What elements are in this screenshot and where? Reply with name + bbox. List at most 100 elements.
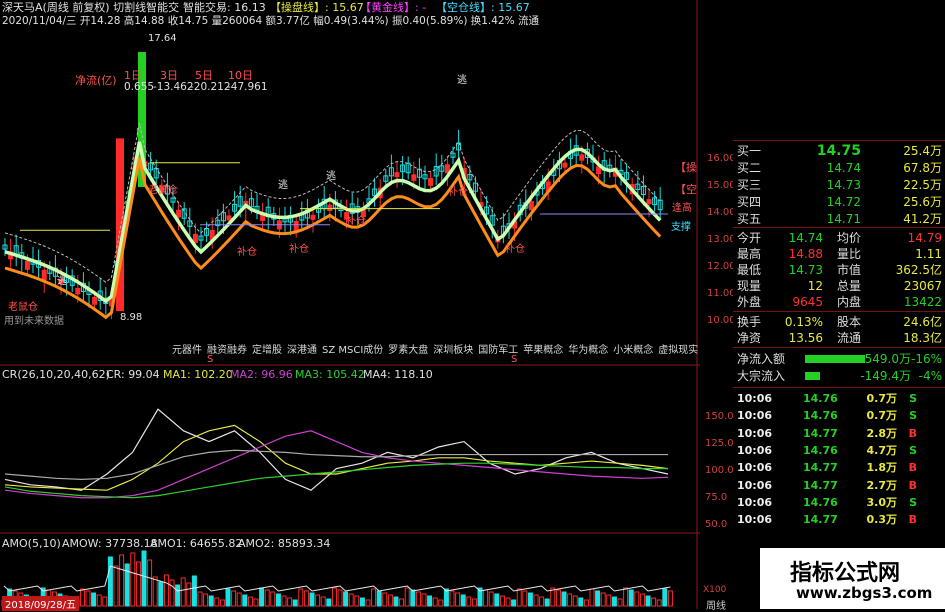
cr-ma4-value: MA4: 118.10 — [363, 368, 433, 381]
kline-chart-area[interactable]: 深天马A(周线 前复权) 切割线智能交 智能交易: 16.13 【操盘线】: 1… — [0, 0, 736, 612]
tick-volume: 0.3万 — [866, 513, 898, 527]
amo-volume-bar — [438, 599, 444, 607]
concept-tag[interactable]: 元器件 — [172, 341, 202, 356]
bid-row[interactable]: 买二 14.74 67.8万 — [733, 160, 945, 176]
amo-volume-bar — [219, 599, 225, 607]
chart-canvas[interactable] — [0, 0, 700, 609]
amo-volume-bar — [634, 591, 640, 607]
stat-label: 总量 — [837, 279, 862, 293]
amo-volume-bar — [516, 588, 522, 607]
period-value-5d: -20.212 — [190, 81, 231, 93]
tick-time: 10:06 — [737, 461, 773, 475]
stat-label: 外盘 — [737, 295, 762, 309]
tick-price: 14.77 — [803, 426, 838, 440]
amo-volume-bar — [511, 599, 517, 607]
cr-ma3-value: MA3: 105.42 — [295, 368, 365, 381]
tick-price: 14.76 — [803, 392, 838, 405]
amo-volume-bar — [348, 593, 354, 607]
stat-label: 净资 — [737, 331, 762, 345]
stat-value: 14.88 — [788, 247, 823, 261]
empty-line-tag: 【空仓线】: 15.67 — [436, 1, 530, 14]
candle-body — [310, 214, 316, 220]
bid-row[interactable]: 买三 14.73 22.5万 — [733, 177, 945, 193]
concept-tag[interactable]: 虚拟现实 — [658, 341, 698, 356]
amo-volume-bar — [264, 589, 270, 607]
bid-volume: 22.5万 — [903, 178, 942, 192]
concept-tag[interactable]: 罗素大盘 — [388, 341, 428, 356]
concept-tag[interactable]: 深圳板块 — [433, 341, 473, 356]
bid-row[interactable]: 买四 14.72 25.6万 — [733, 194, 945, 210]
escape-signal-3: 逃 — [326, 171, 336, 182]
amo-volume-bar — [539, 596, 545, 607]
amo-volume-bar — [544, 598, 550, 607]
candle-body — [596, 166, 602, 175]
stat-label: 最高 — [737, 247, 762, 261]
stat-label: 今开 — [737, 231, 762, 245]
bid-row[interactable]: 买一 14.75 25.4万 — [733, 143, 945, 159]
concept-tag[interactable]: 小米概念 — [613, 341, 653, 356]
amo-volume-bar — [600, 592, 606, 607]
right-tag-empty: 【空 — [675, 183, 697, 196]
bid-label: 买三 — [737, 178, 762, 192]
amo-volume-bar — [371, 588, 377, 607]
flow-bar — [805, 372, 820, 380]
candle-body — [226, 215, 232, 221]
price-axis-tick: 14.00 — [707, 207, 736, 218]
tick-volume: 3.0万 — [866, 495, 898, 509]
candle-body — [176, 209, 182, 218]
stat-value: 9645 — [792, 295, 823, 309]
amo-volume-bar — [169, 579, 175, 607]
event-marker-s[interactable]: S — [511, 354, 517, 365]
site-watermark: 指标公式网 www.zbgs3.com — [760, 548, 945, 609]
tick-time: 10:06 — [737, 443, 773, 457]
amo-volume-bar — [432, 597, 438, 607]
concept-tag[interactable]: 华为概念 — [568, 341, 608, 356]
concept-tag[interactable]: 苹果概念 — [523, 341, 563, 356]
tick-price: 14.76 — [803, 443, 838, 457]
candle-body — [562, 162, 568, 168]
amo-volume-bar — [152, 576, 158, 607]
cr-axis-tick: 125.0 — [705, 438, 734, 449]
tick-volume: 0.7万 — [866, 409, 898, 423]
amo-volume-bar — [175, 584, 181, 607]
concept-tag[interactable]: 定增股 — [252, 341, 282, 356]
amo-volume-bar — [533, 594, 539, 607]
event-marker-s[interactable]: S — [207, 354, 213, 365]
low-price-label: 8.98 — [120, 312, 143, 323]
stat-label: 最低 — [737, 263, 762, 277]
amo-volume-bar — [320, 596, 326, 607]
bid-volume: 25.4万 — [903, 144, 942, 158]
amo-volume-bar — [578, 597, 584, 607]
stat-row: 净资 13.56 流通 18.3亿 — [733, 330, 945, 346]
amo-volume-bar — [197, 591, 203, 607]
cr-ma1-value: MA1: 102.20 — [163, 368, 233, 381]
stat-value: 0.13% — [784, 315, 823, 329]
stat-value: 23067 — [903, 279, 942, 293]
amo-volume-bar — [404, 587, 410, 607]
amo-volume-bar — [91, 592, 97, 607]
stat-label: 现量 — [737, 279, 762, 293]
period-week-label[interactable]: 周线 — [706, 597, 726, 612]
tick-row: 10:06 14.77 2.7万 B — [733, 478, 945, 493]
amo-volume-bar — [572, 595, 578, 607]
amo-indicator-title[interactable]: AMO(5,10) — [2, 537, 61, 550]
cr-axis-tick: 75.0 — [705, 492, 728, 503]
amo-volume-bar — [158, 581, 164, 607]
tick-time: 10:06 — [737, 426, 773, 440]
concept-tag[interactable]: SZ MSCI成份 — [322, 341, 383, 356]
amo-volume-bar — [359, 597, 365, 607]
tick-price: 14.77 — [803, 461, 838, 475]
concept-tag[interactable]: 深港通 — [287, 341, 317, 356]
tick-row: 10:06 14.76 0.7万 S — [733, 391, 945, 406]
fund-flow-row: 净流入额 -549.0万 -16% — [733, 351, 945, 367]
support-signal: 支撑 — [671, 222, 691, 233]
stat-row: 现量 12 总量 23067 — [733, 278, 945, 294]
amo-volume-bar — [242, 594, 248, 607]
watermark-title: 指标公式网 — [790, 561, 901, 586]
stat-value: 13422 — [903, 295, 942, 309]
cr-axis-tick: 100.0 — [705, 465, 734, 476]
cr-indicator-title[interactable]: CR(26,10,20,40,62) — [2, 368, 110, 381]
amo1-value: AMO1: 64655.82 — [150, 537, 243, 550]
bid-row[interactable]: 买五 14.71 41.2万 — [733, 211, 945, 227]
right-tag-operate: 【操 — [675, 161, 697, 174]
